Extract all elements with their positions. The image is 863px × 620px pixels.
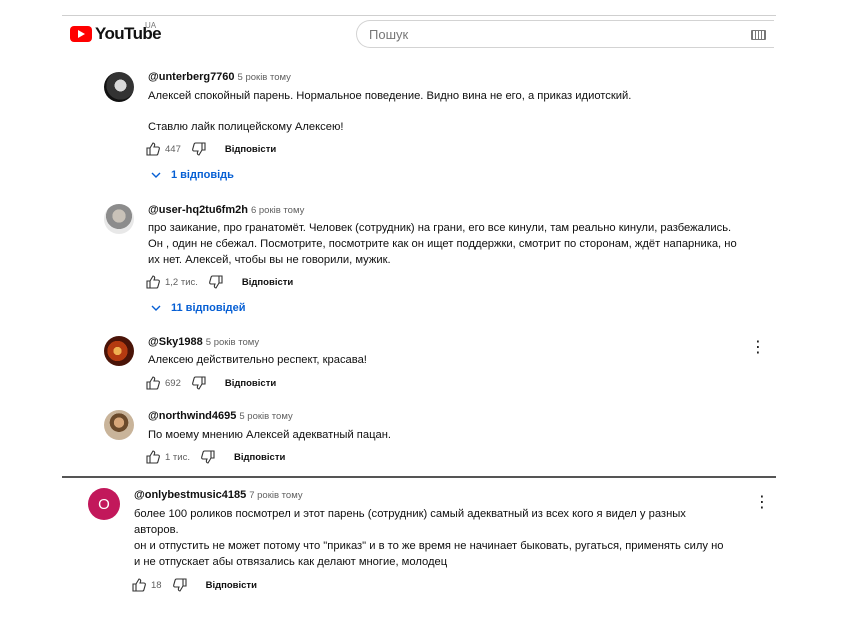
section-divider — [62, 476, 776, 478]
avatar[interactable] — [104, 410, 134, 440]
like-icon[interactable] — [145, 141, 161, 157]
comment-time: 5 років тому — [239, 411, 293, 422]
comment-text: Алексей спокойный парень. Нормальное пов… — [148, 90, 632, 102]
comment-time: 6 років тому — [250, 205, 305, 216]
like-count: 1 тис. — [165, 451, 190, 463]
like-icon[interactable] — [145, 274, 161, 290]
more-options-icon[interactable]: ⋮ — [750, 340, 766, 356]
dislike-icon[interactable] — [172, 577, 188, 593]
comment-actions: 1 тис. Відповісти — [145, 449, 285, 465]
avatar[interactable] — [104, 204, 134, 234]
avatar[interactable] — [104, 336, 134, 366]
comment-time: 7 років тому — [249, 490, 303, 501]
avatar[interactable] — [104, 72, 134, 102]
comment-actions: 447 Відповісти — [145, 141, 276, 157]
dislike-icon[interactable] — [191, 375, 207, 391]
reply-button[interactable]: Відповісти — [234, 452, 285, 463]
like-icon[interactable] — [131, 577, 147, 593]
comment-author[interactable]: @user-hq2tu6fm2h 6 років тому — [148, 204, 304, 216]
view-replies-button[interactable]: 1 відповідь — [151, 169, 234, 181]
view-replies-button[interactable]: 11 відповідей — [151, 302, 246, 314]
comment-text: он и отпустить не может потому что "прик… — [134, 540, 724, 552]
comment-text: Ставлю лайк полицейскому Алексею! — [148, 121, 344, 133]
comment-text: Он , один не сбежал. Посмотрите, посмотр… — [148, 238, 737, 250]
replies-count: 1 відповідь — [171, 169, 234, 181]
comment-text: и не отпускает абы отвязались как делают… — [134, 556, 448, 568]
youtube-play-icon — [70, 26, 92, 42]
country-code: UA — [145, 21, 157, 30]
avatar[interactable]: O — [88, 488, 120, 520]
comment-text: более 100 роликов посмотрел и этот парен… — [134, 508, 686, 520]
comment-text: По моему мнению Алексей адекватный пацан… — [148, 429, 392, 441]
reply-button[interactable]: Відповісти — [225, 378, 276, 389]
comment-text: про заикание, про гранатомёт. Человек (с… — [148, 222, 732, 234]
reply-button[interactable]: Відповісти — [225, 144, 276, 155]
like-count: 18 — [151, 579, 162, 591]
comment-author[interactable]: @onlybestmusic4185 7 років тому — [134, 489, 303, 501]
comment-text: их нет. Алексей, чтобы вы не говорили, м… — [148, 254, 391, 266]
comment-author[interactable]: @Sky1988 5 років тому — [148, 336, 259, 348]
like-count: 692 — [165, 377, 181, 389]
dislike-icon[interactable] — [191, 141, 207, 157]
dislike-icon[interactable] — [200, 449, 216, 465]
comment-time: 5 років тому — [237, 72, 291, 83]
comment-actions: 1,2 тис. Відповісти — [145, 274, 293, 290]
reply-button[interactable]: Відповісти — [206, 580, 257, 591]
more-options-icon[interactable]: ⋮ — [754, 495, 770, 511]
chevron-down-icon — [151, 305, 161, 311]
like-icon[interactable] — [145, 449, 161, 465]
like-icon[interactable] — [145, 375, 161, 391]
comment-author[interactable]: @unterberg7760 5 років тому — [148, 71, 291, 83]
comment-actions: 692 Відповісти — [145, 375, 276, 391]
search-box[interactable]: Пошук — [356, 20, 774, 48]
youtube-logo[interactable]: YouTube UA — [70, 21, 162, 44]
comment-actions: 18 Відповісти — [131, 577, 257, 593]
keyboard-icon[interactable] — [751, 30, 766, 40]
comment-text: авторов. — [134, 524, 179, 536]
comment-author[interactable]: @northwind4695 5 років тому — [148, 410, 293, 422]
top-border — [62, 15, 776, 16]
reply-button[interactable]: Відповісти — [242, 277, 293, 288]
search-input[interactable]: Пошук — [369, 27, 408, 42]
chevron-down-icon — [151, 172, 161, 178]
avatar-letter: O — [98, 495, 110, 513]
like-count: 1,2 тис. — [165, 276, 198, 288]
comment-time: 5 років тому — [205, 337, 260, 348]
replies-count: 11 відповідей — [171, 302, 246, 314]
comment-text: Алексею действительно респект, красава! — [148, 354, 367, 366]
like-count: 447 — [165, 143, 181, 155]
dislike-icon[interactable] — [208, 274, 224, 290]
